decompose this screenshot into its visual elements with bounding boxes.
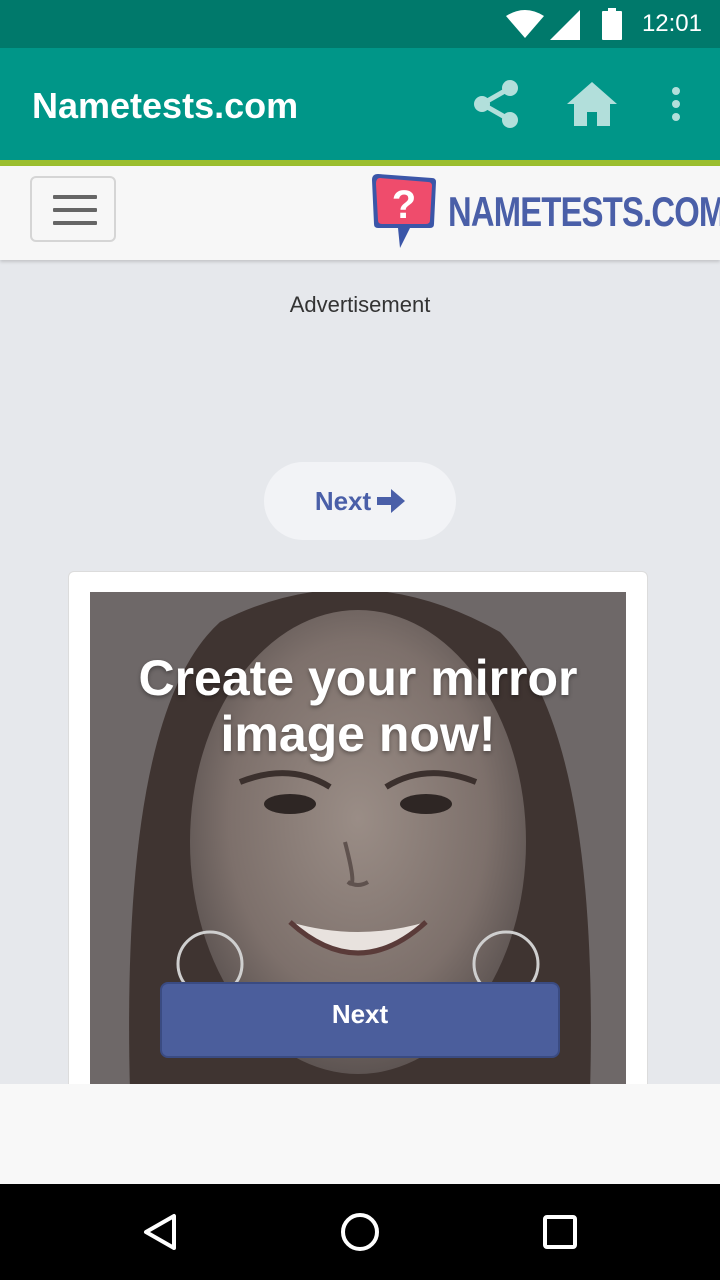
- next-pill-button[interactable]: Next: [264, 462, 456, 540]
- status-time: 12:01: [641, 10, 702, 37]
- hamburger-icon: [53, 195, 97, 199]
- menu-button[interactable]: [30, 176, 116, 242]
- status-bar: 12:01: [0, 0, 720, 48]
- more-options-button[interactable]: [648, 76, 704, 132]
- back-icon: [144, 1214, 176, 1250]
- home-button[interactable]: [564, 76, 620, 132]
- quiz-heading: Create your mirror image now!: [138, 650, 578, 762]
- quiz-image[interactable]: Create your mirror image now! Next: [90, 592, 626, 1092]
- quiz-next-button[interactable]: Next: [160, 982, 560, 1058]
- home-nav-button[interactable]: [332, 1204, 388, 1260]
- next-pill-label: Next: [314, 485, 372, 516]
- advertisement-label: Advertisement: [289, 292, 431, 317]
- more-vert-icon: [672, 87, 680, 121]
- back-button[interactable]: [132, 1204, 188, 1260]
- recents-button[interactable]: [532, 1204, 588, 1260]
- home-circle-icon: [341, 1213, 379, 1251]
- wifi-icon: [506, 10, 544, 38]
- app-bar: Nametests.com: [0, 48, 720, 160]
- bottom-strip: [0, 1084, 720, 1184]
- svg-text:?: ?: [392, 183, 416, 227]
- site-logo[interactable]: ? NAMETESTS.COM: [368, 170, 720, 252]
- cell-signal-icon: [550, 10, 580, 40]
- question-bubble-icon: ?: [372, 174, 436, 248]
- arrow-right-icon: [377, 489, 406, 513]
- battery-icon: [602, 8, 622, 40]
- home-icon: [567, 82, 617, 126]
- recents-icon: [543, 1215, 577, 1249]
- share-button[interactable]: [468, 76, 524, 132]
- navigation-bar: [0, 1184, 720, 1280]
- app-title: Nametests.com: [32, 85, 299, 126]
- logo-text: NAMETESTS.COM: [448, 188, 720, 235]
- site-header: ? NAMETESTS.COM: [0, 166, 720, 260]
- quiz-next-label: Next: [331, 998, 389, 1029]
- share-icon: [474, 80, 518, 128]
